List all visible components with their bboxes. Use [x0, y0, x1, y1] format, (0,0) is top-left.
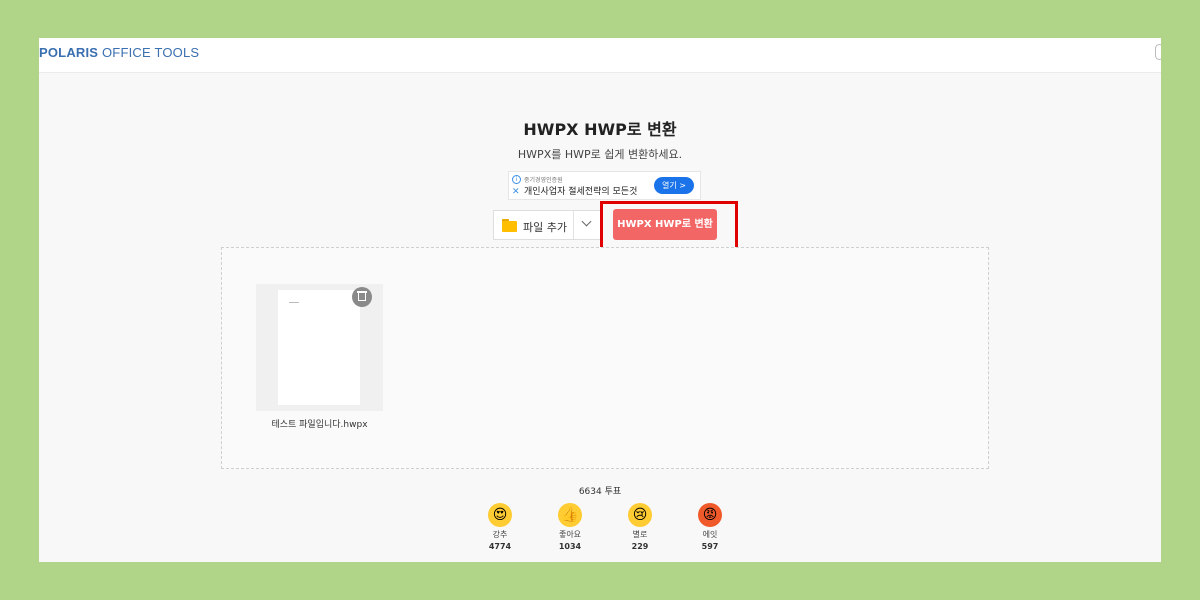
- reaction-label: 별로: [632, 530, 648, 539]
- folder-icon: [502, 219, 517, 232]
- add-file-divider: [573, 211, 574, 239]
- thumbs-up-icon: 👍: [558, 503, 582, 527]
- add-file-label: 파일 추가: [523, 221, 567, 234]
- file-thumbnail: [278, 290, 360, 405]
- reaction-meh[interactable]: 😢 별로 229: [620, 503, 660, 551]
- reaction-label: 좋아요: [558, 530, 582, 539]
- page-subtitle: HWPX를 HWP로 쉽게 변환하세요.: [517, 148, 683, 161]
- reaction-count: 229: [631, 542, 649, 551]
- top-bar: POLARIS OFFICE TOOLS: [39, 38, 1161, 73]
- ad-advertiser: 중기경영인증원: [524, 177, 563, 184]
- file-card[interactable]: [256, 284, 383, 411]
- heart-eyes-icon: 😍: [488, 503, 512, 527]
- delete-file-button[interactable]: [352, 287, 372, 307]
- ad-headline: 개인사업자 절세전략의 모든것: [524, 187, 638, 197]
- ad-open-button[interactable]: 열기 >: [654, 177, 694, 194]
- reaction-count: 4774: [488, 542, 512, 551]
- file-name: 테스트 파일입니다.hwpx: [271, 420, 368, 430]
- file-drop-zone[interactable]: 테스트 파일입니다.hwpx: [221, 247, 989, 469]
- reaction-angry[interactable]: 😡 에잇 597: [690, 503, 730, 551]
- crying-face-icon: 😢: [628, 503, 652, 527]
- logo-rest: OFFICE TOOLS: [98, 45, 200, 60]
- page-title: HWPX HWP로 변환: [523, 120, 677, 139]
- ad-close-icon[interactable]: ✕: [512, 188, 520, 197]
- chevron-down-icon[interactable]: [581, 216, 592, 227]
- vote-total: 6634 투표: [578, 487, 622, 497]
- convert-button[interactable]: HWPX HWP로 변환: [613, 209, 717, 240]
- reaction-count: 1034: [558, 542, 582, 551]
- reaction-label: 강추: [492, 530, 508, 539]
- reaction-like[interactable]: 👍 좋아요 1034: [550, 503, 590, 551]
- reaction-count: 597: [701, 542, 719, 551]
- angry-face-icon: 😡: [698, 503, 722, 527]
- logo-bold: POLARIS: [39, 45, 99, 60]
- browser-window: POLARIS OFFICE TOOLS HWPX HWP로 변환 HWPX를 …: [39, 38, 1161, 562]
- ad-info-icon[interactable]: i: [512, 175, 521, 184]
- add-file-button[interactable]: 파일 추가: [493, 210, 601, 240]
- reaction-label: 에잇: [702, 530, 718, 539]
- site-logo[interactable]: POLARIS OFFICE TOOLS: [39, 45, 199, 60]
- ad-banner[interactable]: i ✕ 중기경영인증원 개인사업자 절세전략의 모든것 열기 >: [508, 171, 701, 200]
- reaction-strongly-recommend[interactable]: 😍 강추 4774: [480, 503, 520, 551]
- profile-icon[interactable]: [1155, 44, 1161, 60]
